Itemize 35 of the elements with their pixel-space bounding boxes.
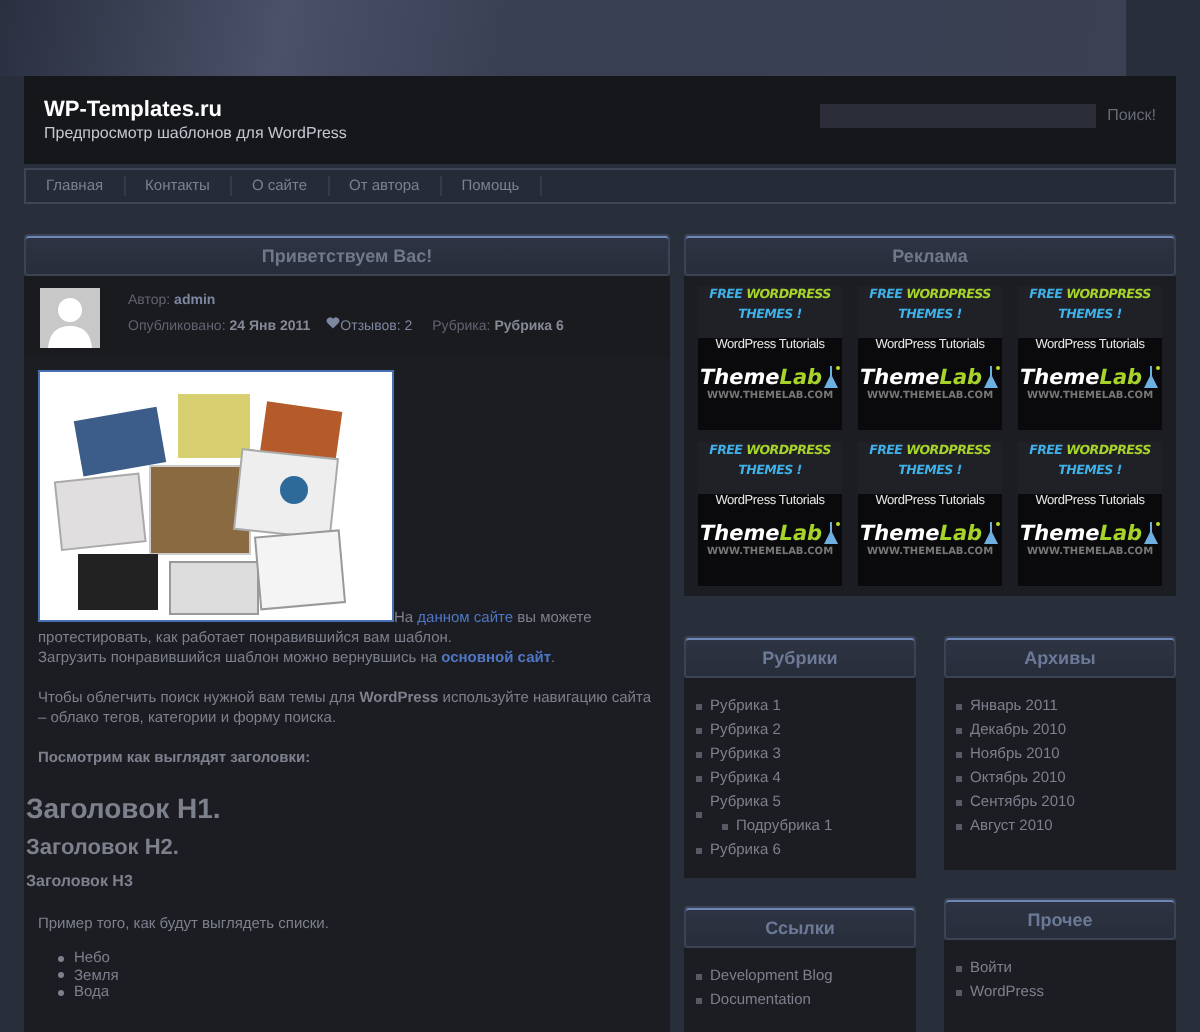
- heading-h1: Заголовок H1.: [26, 792, 223, 824]
- bullet-icon: [696, 727, 702, 733]
- bullet-icon: [696, 973, 702, 979]
- bullet-icon: [722, 823, 728, 829]
- heading-h3: Заголовок H3: [26, 872, 135, 890]
- bullet-icon: [956, 799, 962, 805]
- bullet-icon: [696, 775, 702, 781]
- bullet-icon: [696, 847, 702, 853]
- bullet-icon: [58, 989, 64, 996]
- avatar-icon: [40, 288, 100, 348]
- search-field[interactable]: [819, 103, 1096, 127]
- bullet-icon: [956, 989, 962, 995]
- bullet-icon: [956, 703, 962, 709]
- bullet-icon: [696, 811, 702, 817]
- bullet-icon: [956, 775, 962, 781]
- bullet-icon: [696, 997, 702, 1003]
- bullet-icon: [956, 727, 962, 733]
- site-tagline: Предпросмотр шаблонов для WordPress: [44, 124, 347, 142]
- widget-title: Рубрики: [762, 647, 838, 667]
- bullet-icon: [956, 751, 962, 757]
- bullet-icon: [58, 955, 64, 962]
- search-button[interactable]: Поиск!: [1107, 102, 1156, 128]
- bullet-icon: [956, 823, 962, 829]
- site-title[interactable]: WP-Templates.ru: [44, 98, 347, 122]
- post-title: Приветствуем Вас!: [261, 245, 433, 265]
- widget-title: Ссылки: [765, 917, 835, 937]
- widget-title: Архивы: [1024, 647, 1096, 667]
- bullet-icon: [696, 703, 702, 709]
- heart-icon: [326, 316, 341, 330]
- widget-title: Прочее: [1027, 909, 1093, 929]
- widget-title: Реклама: [892, 245, 968, 265]
- bullet-icon: [58, 972, 64, 979]
- heading-h2: Заголовок H2.: [26, 836, 181, 860]
- bullet-icon: [696, 751, 702, 757]
- bullet-icon: [956, 965, 962, 971]
